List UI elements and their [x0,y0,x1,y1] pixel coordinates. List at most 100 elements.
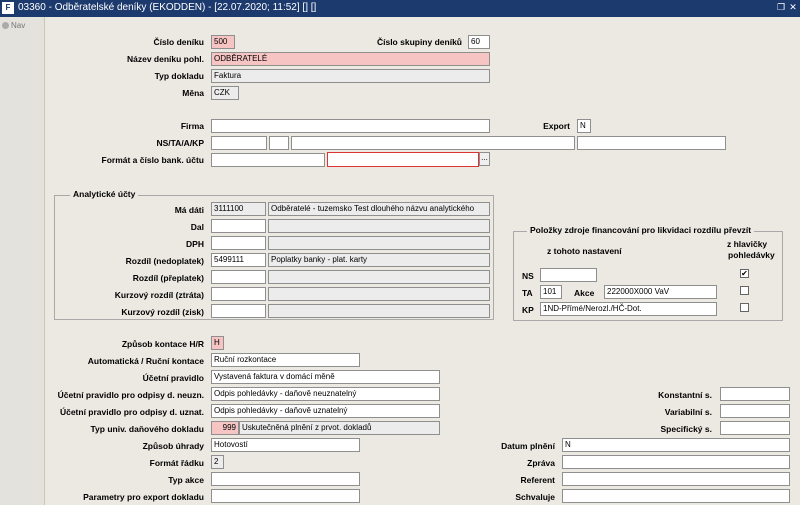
ma-dati-desc: Odběratelé - tuzemsko Test dlouhého názv… [268,202,490,216]
ucetni-uzn-label: Účetní pravidlo pro odpisy d. uznat. [59,407,204,417]
analyticke-ucty-title: Analytické účty [70,189,139,199]
polozky-akce-field[interactable]: 222000X000 VaV [604,285,717,299]
ns-field[interactable] [211,136,267,150]
dph-code[interactable] [211,236,266,250]
dph-label: DPH [186,239,204,249]
rozdil-nedoplatek-code[interactable]: 5499111 [211,253,266,267]
cislo-deniku-label: Číslo deníku [153,37,204,47]
typ-univ-desc: Uskutečněná plnění z prvot. dokladů [239,421,440,435]
specificky-label: Specifický s. [660,424,712,434]
polozky-akce-label: Akce [574,288,595,298]
referent-field[interactable] [562,472,790,486]
cislo-skupiny-field[interactable]: 60 [468,35,490,49]
pohledavky-header: pohledávky [728,250,775,260]
schvaluje-field[interactable] [562,489,790,503]
firma-label: Firma [180,121,204,131]
dal-code[interactable] [211,219,266,233]
polozky-ta-label: TA [522,288,533,298]
konstantni-field[interactable] [720,387,790,401]
polozky-title: Položky zdroje financování pro likvidaci… [527,225,755,235]
cislo-skupiny-label: Číslo skupiny deníků [376,37,462,47]
ma-dati-label: Má dáti [174,205,204,215]
konstantni-label: Konstantní s. [658,390,712,400]
ta-field[interactable] [269,136,289,150]
window-title: 03360 - Odběratelské deníky (EKODDEN) - … [18,2,317,13]
ucetni-pravidlo-field[interactable]: Vystavená faktura v domácí měně [211,370,440,384]
kurzovy-zisk-label: Kurzový rozdíl (zisk) [121,307,204,317]
ta-checkbox[interactable] [740,286,749,295]
typ-akce-label: Typ akce [168,475,204,485]
typ-dokladu-label: Typ dokladu [154,71,204,81]
referent-label: Referent [520,475,555,485]
export-label: Export [543,121,570,131]
polozky-ns-label: NS [522,271,534,281]
zprava-label: Zpráva [527,458,555,468]
rozdil-nedoplatek-desc: Poplatky banky - plat. karty [268,253,490,267]
z-hlavicky-header: z hlavičky [727,239,768,249]
typ-univ-code[interactable]: 999 [211,421,239,435]
dal-label: Dal [190,222,204,232]
nazev-field[interactable]: ODBĚRATELÉ [211,52,490,66]
restore-icon[interactable]: ❐ [776,2,786,13]
zpusob-uhrady-field[interactable]: Hotovostí [211,438,360,452]
format-radku-label: Formát řádku [149,458,204,468]
bank-account-field[interactable] [327,152,479,167]
typ-akce-field[interactable] [211,472,360,486]
kp-field[interactable] [577,136,726,150]
ma-dati-code[interactable]: 3111100 [211,202,266,216]
format-uctu-label: Formát a číslo bank. účtu [101,155,205,165]
app-logo-icon: F [2,2,14,14]
ucetni-neuzn-field[interactable]: Odpis pohledávky - daňově neuznatelný [211,387,440,401]
firma-field[interactable] [211,119,490,133]
variabilni-field[interactable] [720,404,790,418]
nav-tab[interactable]: Nav [2,21,25,30]
polozky-ns-field[interactable] [540,268,597,282]
zpusob-kontace-field[interactable]: H [211,336,224,350]
polozky-kp-field[interactable]: 1ND-Přímé/Nerozl./HČ-Dot. [540,302,717,316]
ucetni-pravidlo-label: Účetní pravidlo [142,373,204,383]
polozky-kp-label: KP [522,305,534,315]
browse-button[interactable]: ... [479,152,490,166]
kurzovy-zisk-desc [268,304,490,318]
mena-field[interactable]: CZK [211,86,239,100]
parametry-export-field[interactable] [211,489,360,503]
nav-icon [2,22,9,30]
typ-univ-label: Typ univ. daňového dokladu [90,424,205,434]
schvaluje-label: Schvaluje [515,492,555,502]
kurzovy-zisk-code[interactable] [211,304,266,318]
zprava-field[interactable] [562,455,790,469]
format-field[interactable] [211,153,325,167]
parametry-export-label: Parametry pro export dokladu [83,492,204,502]
rozdil-preplatek-code[interactable] [211,270,266,284]
zpusob-uhrady-label: Způsob úhrady [142,441,204,451]
mena-label: Měna [182,88,204,98]
kurzovy-ztrata-code[interactable] [211,287,266,301]
rozdil-nedoplatek-label: Rozdíl (nedoplatek) [125,256,204,266]
auto-rucni-label: Automatická / Ruční kontace [87,356,204,366]
cislo-deniku-field[interactable]: 500 [211,35,235,49]
kurzovy-ztrata-desc [268,287,490,301]
kurzovy-ztrata-label: Kurzový rozdíl (ztráta) [114,290,204,300]
title-bar: F 03360 - Odběratelské deníky (EKODDEN) … [0,0,800,17]
z-tohoto-nastaveni-header: z tohoto nastavení [547,246,622,256]
datum-plneni-label: Datum plnění [501,441,555,451]
specificky-field[interactable] [720,421,790,435]
export-field[interactable]: N [577,119,591,133]
ucetni-neuzn-label: Účetní pravidlo pro odpisy d. neuzn. [57,390,204,400]
ns-checkbox[interactable]: ✔ [740,269,749,278]
kp-checkbox[interactable] [740,303,749,312]
typ-dokladu-field[interactable]: Faktura [211,69,490,83]
dph-desc [268,236,490,250]
close-icon[interactable]: ✕ [788,2,798,13]
nazev-label: Název deníku pohl. [127,54,204,64]
rozdil-preplatek-desc [268,270,490,284]
ns-ta-a-kp-label: NS/TA/A/KP [156,138,204,148]
zpusob-kontace-label: Způsob kontace H/R [121,339,204,349]
datum-plneni-field[interactable]: N [562,438,790,452]
polozky-ta-field[interactable]: 101 [540,285,562,299]
a-field[interactable] [291,136,575,150]
format-radku-field[interactable]: 2 [211,455,224,469]
ucetni-uzn-field[interactable]: Odpis pohledávky - daňově uznatelný [211,404,440,418]
dal-desc [268,219,490,233]
auto-rucni-field[interactable]: Ruční rozkontace [211,353,360,367]
